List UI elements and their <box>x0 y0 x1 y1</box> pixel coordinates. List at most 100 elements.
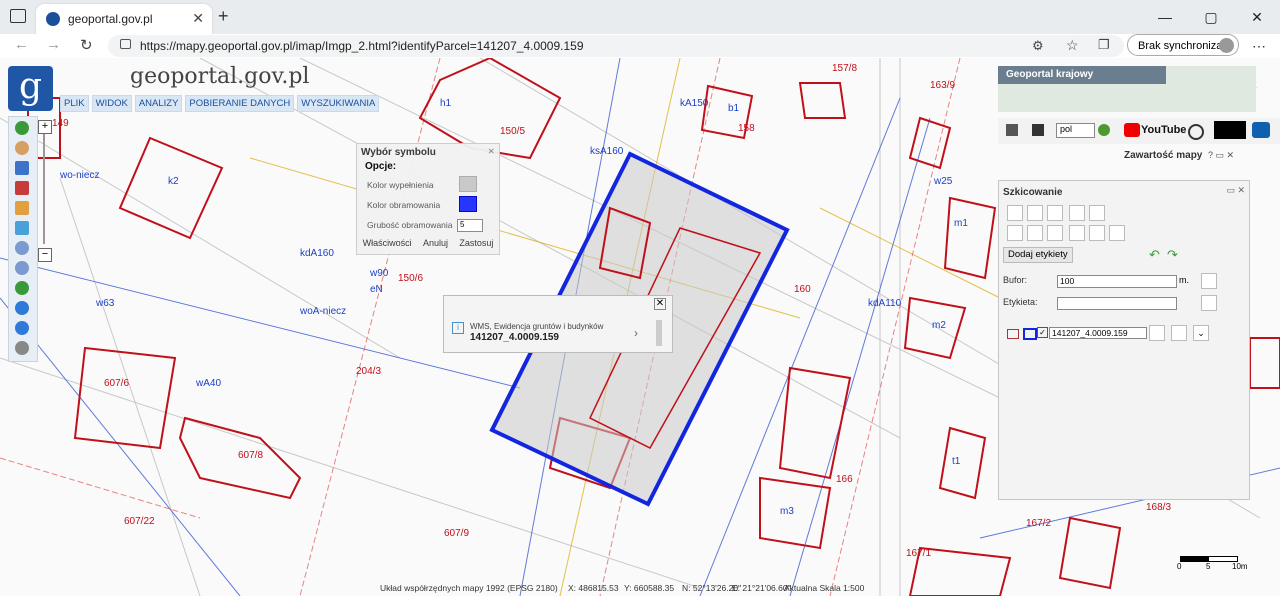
site-permissions-icon[interactable]: ⚙ <box>1032 38 1044 54</box>
menu-widok[interactable]: WIDOK <box>91 95 132 112</box>
map-label: k2 <box>168 176 179 187</box>
chevron-right-icon[interactable]: › <box>634 326 638 340</box>
zoom-out-icon[interactable] <box>15 261 29 275</box>
help-icon[interactable] <box>1098 124 1110 136</box>
youtube-logo-icon[interactable] <box>1124 123 1140 137</box>
select-box-icon[interactable] <box>15 161 29 175</box>
zoom-slider[interactable]: + − <box>38 120 52 262</box>
map-label: 167/1 <box>906 548 932 559</box>
zoom-in-icon[interactable] <box>15 241 29 255</box>
expand-item-icon[interactable]: ⌄ <box>1193 325 1209 341</box>
zoom-to-item-icon[interactable] <box>1171 325 1187 341</box>
menu-plik[interactable]: PLIK <box>60 95 89 112</box>
polygon-type-icon <box>1007 329 1019 339</box>
fill-color-label: Kolor wypełnienia <box>367 180 434 190</box>
accessibility-icon[interactable] <box>1188 124 1204 140</box>
map-canvas[interactable]: 150/5 h1 k2 b1 158 157/8 163/9 150/6 160 m2 m1 607/… <box>0 58 1280 596</box>
popup-scrollbar[interactable] <box>656 320 662 346</box>
url-field[interactable]: https://mapy.geoportal.gov.pl/imap/Imgp_… <box>108 35 1124 57</box>
properties-button[interactable]: Właściwości <box>363 238 412 248</box>
style-swatch-icon[interactable] <box>1023 328 1037 340</box>
coord-y: Y: 660588.35 <box>624 583 675 593</box>
map-label: 160 <box>794 284 811 295</box>
eye-icon[interactable] <box>1252 122 1270 138</box>
sketch-item-name[interactable]: 141207_4.0009.159 <box>1049 327 1147 339</box>
map-label: wA40 <box>196 378 222 389</box>
panel-controls-icon[interactable]: ? ▭ ✕ <box>1208 150 1234 161</box>
browser-tab[interactable]: geoportal.gov.pl ✕ <box>36 4 212 34</box>
minimize-button[interactable]: — <box>1142 0 1188 34</box>
eraser-icon[interactable] <box>1089 205 1105 221</box>
menu-wyszukiwania[interactable]: WYSZUKIWANIA <box>297 95 380 112</box>
label-apply-icon[interactable] <box>1201 295 1217 311</box>
sketch-panel-controls-icon[interactable]: ▭ ✕ <box>1226 185 1245 196</box>
draw-polygon-icon[interactable] <box>1069 205 1085 221</box>
full-extent-globe-icon[interactable] <box>15 281 29 295</box>
identify-parcel-id[interactable]: 141207_4.0009.159 <box>470 332 559 343</box>
sync-button[interactable]: Brak synchronizacji <box>1127 34 1239 56</box>
add-labels-button[interactable]: Dodaj etykiety <box>1003 247 1073 263</box>
edit-vertices-icon[interactable] <box>1007 225 1023 241</box>
cancel-button[interactable]: Anuluj <box>423 238 448 248</box>
delete-feature-icon[interactable] <box>1069 225 1085 241</box>
map-label: m1 <box>954 218 968 229</box>
save-sketch-icon[interactable] <box>1089 225 1105 241</box>
next-extent-icon[interactable] <box>15 321 29 335</box>
printer-icon[interactable] <box>1032 124 1044 136</box>
measure-icon[interactable] <box>1047 225 1063 241</box>
close-tab-icon[interactable]: ✕ <box>192 10 204 27</box>
language-select[interactable]: pol <box>1056 123 1095 138</box>
export-sketch-icon[interactable] <box>1109 225 1125 241</box>
more-menu-icon[interactable]: ⋯ <box>1252 38 1266 55</box>
previous-extent-icon[interactable] <box>15 301 29 315</box>
draw-polyline-icon[interactable] <box>1047 205 1063 221</box>
maximize-button[interactable]: ▢ <box>1188 0 1234 34</box>
apply-button[interactable]: Zastosuj <box>459 238 493 248</box>
close-window-button[interactable]: ✕ <box>1234 0 1280 34</box>
stroke-width-input[interactable]: 5 <box>457 219 483 232</box>
zoom-minus-button[interactable]: − <box>38 248 52 262</box>
buffer-input[interactable]: 100 <box>1057 275 1177 288</box>
close-popup-icon[interactable]: ✕ <box>654 298 666 310</box>
visibility-checkbox[interactable]: ✓ <box>1037 327 1048 338</box>
draw-point-icon[interactable] <box>1007 205 1023 221</box>
fill-color-swatch[interactable] <box>459 176 477 192</box>
draw-line-icon[interactable] <box>1027 205 1043 221</box>
geoportal-logo[interactable]: g <box>8 66 53 111</box>
xyz-coordinate-icon[interactable] <box>15 221 29 235</box>
main-menu: PLIK WIDOK ANALIZY POBIERANIE DANYCH WYS… <box>60 95 380 112</box>
close-icon[interactable]: ⨯ <box>487 146 495 157</box>
coord-e: E: 21°21'06.60" <box>732 583 791 593</box>
favorites-icon[interactable]: ☆ <box>1066 37 1079 54</box>
cancel-icon[interactable] <box>15 341 29 355</box>
info-icon[interactable] <box>15 121 29 135</box>
draw-pencil-icon[interactable] <box>15 201 29 215</box>
back-icon[interactable]: ← <box>14 36 29 53</box>
move-feature-icon[interactable] <box>1027 225 1043 241</box>
menu-analizy[interactable]: ANALIZY <box>134 95 183 112</box>
youtube-label[interactable]: YouTube <box>1141 124 1186 136</box>
map-label: 607/8 <box>238 450 264 461</box>
delete-item-icon[interactable] <box>1149 325 1165 341</box>
new-tab-button[interactable]: + <box>218 6 229 27</box>
print-icon[interactable] <box>1006 124 1018 136</box>
refresh-icon[interactable]: ↻ <box>80 36 93 54</box>
menu-pobieranie[interactable]: POBIERANIE DANYCH <box>185 95 295 112</box>
tab-strip: geoportal.gov.pl ✕ + — ▢ ✕ <box>0 0 1280 34</box>
stroke-color-swatch[interactable] <box>459 196 477 212</box>
redo-icon[interactable]: ↷ <box>1167 247 1178 263</box>
buffer-label: Bufor: <box>1003 275 1028 285</box>
contrast-icon[interactable] <box>1214 121 1246 139</box>
address-bar: ← → ↻ https://mapy.geoportal.gov.pl/imap… <box>0 34 1280 59</box>
label-input[interactable] <box>1057 297 1177 310</box>
label-field-label: Etykieta: <box>1003 297 1038 307</box>
tab-actions-icon[interactable] <box>10 9 26 23</box>
buffer-apply-icon[interactable] <box>1201 273 1217 289</box>
zoom-track <box>43 134 45 244</box>
pan-hand-icon[interactable] <box>15 141 29 155</box>
collections-icon[interactable]: ❐ <box>1098 37 1110 53</box>
clear-select-icon[interactable] <box>15 181 29 195</box>
undo-icon[interactable]: ↶ <box>1149 247 1160 263</box>
zoom-plus-button[interactable]: + <box>38 120 52 134</box>
forward-icon[interactable]: → <box>46 36 61 53</box>
